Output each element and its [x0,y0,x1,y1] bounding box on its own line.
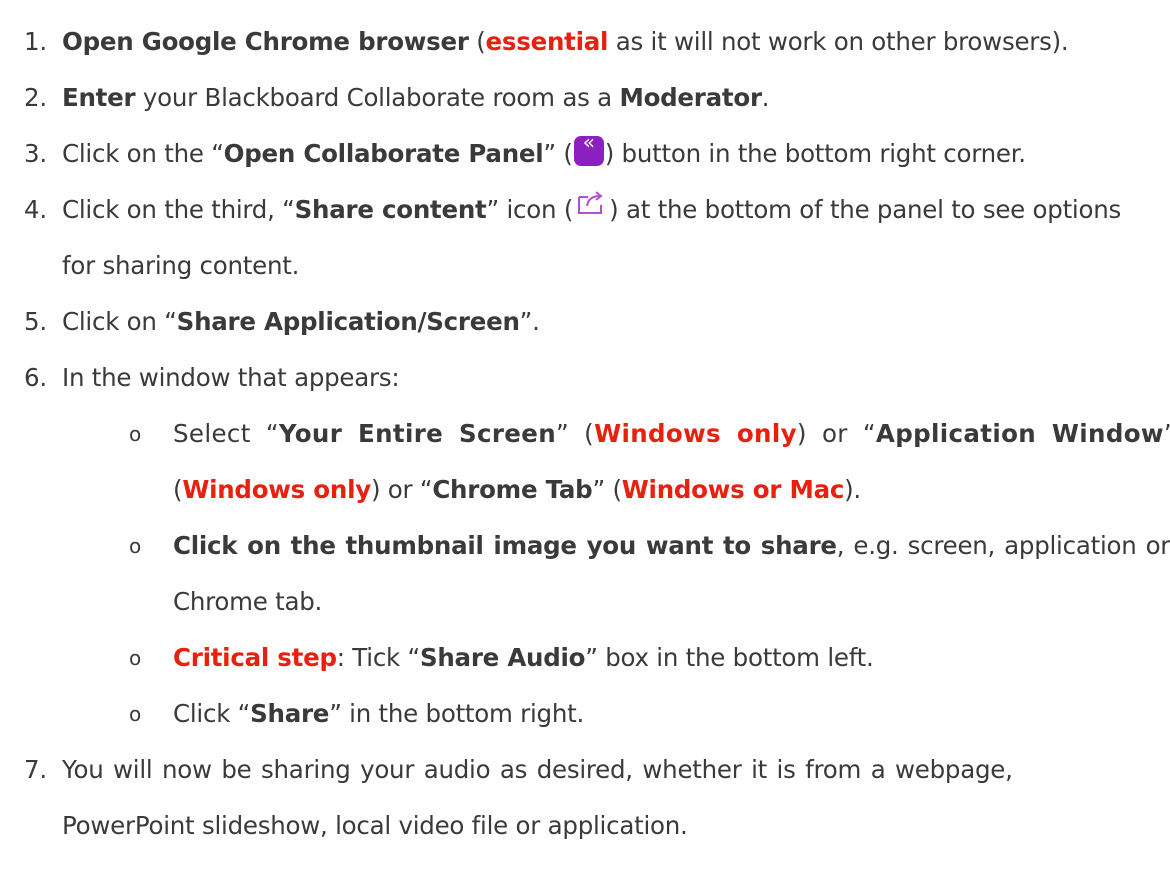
step-text-continuation: PowerPoint slideshow, local video file o… [62,811,688,840]
step-text: Click on the third, “Share content” icon… [62,182,1121,238]
sub-step-text: Critical step: Tick “Share Audio” box in… [173,643,874,672]
step-text: You will now be sharing your audio as de… [62,755,1013,784]
sub-step-text: Select “Your Entire Screen” (Windows onl… [173,419,1170,448]
share-content-icon [578,191,603,214]
bullet-marker: o [129,702,141,726]
step-number: 3. [24,139,47,168]
step-text-continuation: for sharing content. [62,251,300,280]
step-text: Click on “Share Application/Screen”. [62,307,540,336]
step-text: Enter your Blackboard Collaborate room a… [62,83,770,112]
step-text: Open Google Chrome browser (essential as… [62,27,1069,56]
step-number: 4. [24,195,47,224]
sub-step-text: Click on the thumbnail image you want to… [173,531,1170,560]
bullet-marker: o [129,534,141,558]
sub-step-text-continuation: Chrome tab. [173,587,323,616]
step-text: Click on the “Open Collaborate Panel” ()… [62,126,1026,182]
bullet-marker: o [129,646,141,670]
sub-step-text-continuation: (Windows only) or “Chrome Tab” (Windows … [173,475,861,504]
step-number: 1. [24,27,47,56]
sub-step-text: Click “Share” in the bottom right. [173,699,585,728]
bullet-marker: o [129,422,141,446]
instructions-document: 1. Open Google Chrome browser (essential… [0,0,1170,879]
step-number: 6. [24,363,47,392]
collaborate-panel-icon [573,127,604,166]
step-number: 5. [24,307,47,336]
step-text: In the window that appears: [62,363,400,392]
step-number: 7. [24,755,47,784]
step-number: 2. [24,83,47,112]
